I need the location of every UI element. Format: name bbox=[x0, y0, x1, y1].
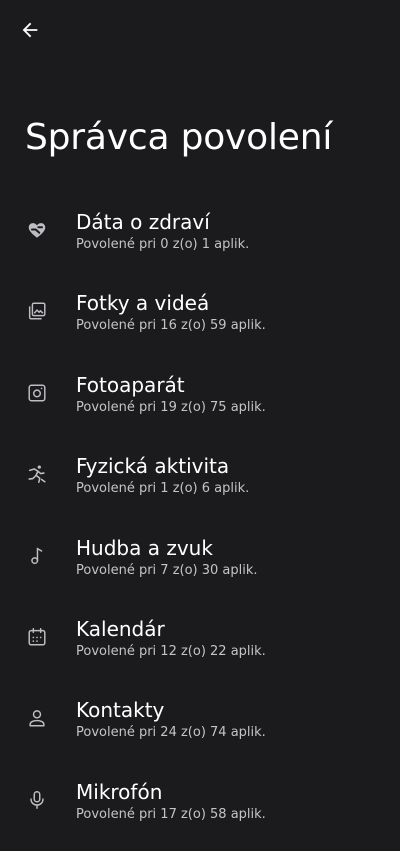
permission-item-contacts[interactable]: Kontakty Povolené pri 24 z(o) 74 aplik. bbox=[0, 688, 400, 769]
permission-desc: Povolené pri 24 z(o) 74 aplik. bbox=[76, 725, 266, 741]
permission-name: Hudba a zvuk bbox=[76, 535, 213, 560]
permission-desc: Povolené pri 16 z(o) 59 aplik. bbox=[76, 318, 266, 334]
arrow-left-icon bbox=[22, 22, 38, 38]
permission-name: Kalendár bbox=[76, 616, 165, 641]
person-icon bbox=[26, 707, 48, 729]
page-title: Správca povolení bbox=[25, 117, 333, 158]
permission-item-calendar[interactable]: Kalendár Povolené pri 12 z(o) 22 aplik. bbox=[0, 607, 400, 688]
permission-desc: Povolené pri 1 z(o) 6 aplik. bbox=[76, 481, 250, 497]
permission-desc: Povolené pri 12 z(o) 22 aplik. bbox=[76, 643, 266, 659]
permission-desc: Povolené pri 0 z(o) 1 aplik. bbox=[76, 237, 250, 252]
health-heart-icon bbox=[26, 219, 48, 241]
microphone-icon bbox=[26, 789, 48, 811]
music-note-icon bbox=[26, 545, 48, 567]
permission-name: Dáta o zdraví bbox=[76, 210, 210, 234]
permission-list: Dáta o zdraví Povolené pri 0 z(o) 1 apli… bbox=[0, 200, 400, 851]
permission-name: Mikrofón bbox=[76, 779, 163, 804]
permission-item-music[interactable]: Hudba a zvuk Povolené pri 7 z(o) 30 apli… bbox=[0, 526, 400, 607]
permission-desc: Povolené pri 19 z(o) 75 aplik. bbox=[76, 399, 266, 415]
permission-name: Fotoaparát bbox=[76, 372, 185, 397]
permission-item-camera[interactable]: Fotoaparát Povolené pri 19 z(o) 75 aplik… bbox=[0, 363, 400, 444]
photos-icon bbox=[26, 300, 48, 322]
permission-name: Kontakty bbox=[76, 698, 165, 723]
permission-item-photos[interactable]: Fotky a videá Povolené pri 16 z(o) 59 ap… bbox=[0, 281, 400, 362]
permission-item-health[interactable]: Dáta o zdraví Povolené pri 0 z(o) 1 apli… bbox=[0, 200, 400, 281]
permission-name: Fotky a videá bbox=[76, 291, 210, 316]
permission-name: Fyzická aktivita bbox=[76, 454, 230, 479]
calendar-icon bbox=[26, 626, 48, 648]
permission-item-microphone[interactable]: Mikrofón Povolené pri 17 z(o) 58 aplik. bbox=[0, 770, 400, 851]
permission-desc: Povolené pri 7 z(o) 30 aplik. bbox=[76, 562, 258, 578]
activity-icon bbox=[26, 463, 48, 485]
camera-icon bbox=[26, 382, 48, 404]
back-button[interactable] bbox=[12, 12, 48, 48]
permission-desc: Povolené pri 17 z(o) 58 aplik. bbox=[76, 806, 266, 822]
permission-item-activity[interactable]: Fyzická aktivita Povolené pri 1 z(o) 6 a… bbox=[0, 444, 400, 525]
